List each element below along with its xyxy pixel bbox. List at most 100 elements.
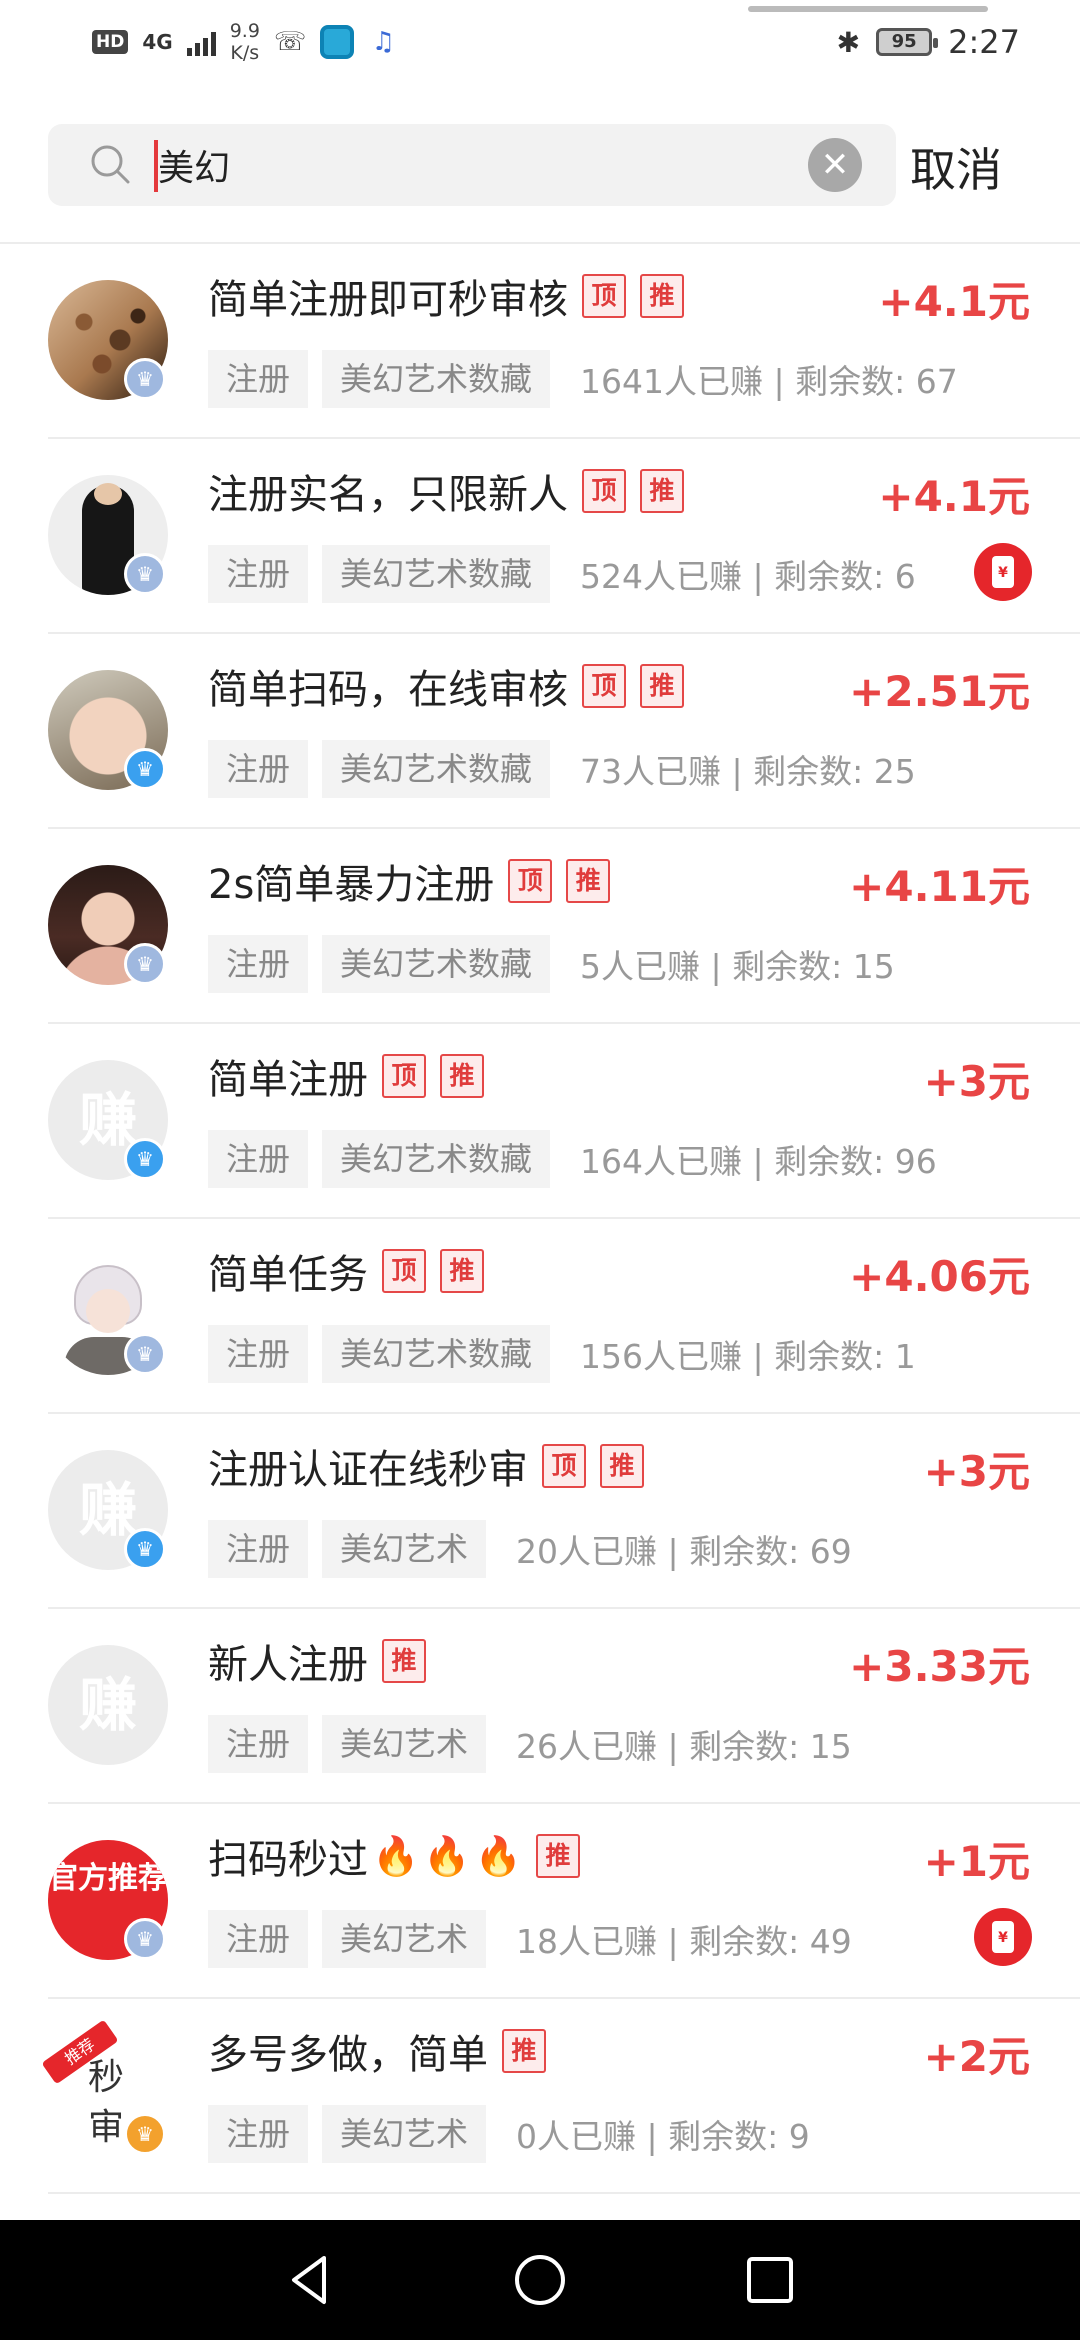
category-chip: 注册 [208,545,309,603]
home-icon[interactable] [510,2250,570,2310]
bluetooth-icon: ✱ [836,25,861,59]
project-chip: 美幻艺术 [322,1910,487,1968]
speed-value: 9.9 [229,20,260,42]
recommend-tag: 推 [566,859,611,903]
task-title-row: 注册实名，只限新人 顶 推 [208,461,684,521]
recommend-tag: 推 [640,469,684,513]
reward-amount: +4.11元 [849,862,1030,911]
task-item[interactable]: 赚 新人注册 推 +3.33元 注册 美幻艺术 26人已赚 | 剩余数: 15 [0,1609,1080,1804]
task-stats: 0人已赚 | 剩余数: 9 [516,2117,810,2156]
project-chip: 美幻艺术 [322,1520,487,1578]
task-stats: 20人已赚 | 剩余数: 69 [516,1532,852,1571]
network-type: 4G [142,30,173,54]
clock: 2:27 [948,23,1020,61]
task-title-row: 新人注册 推 [208,1631,426,1691]
reward-amount: +4.1元 [878,472,1030,521]
task-title-row: 简单任务 顶 推 [208,1241,484,1301]
task-item[interactable]: ♛ 简单任务 顶 推 +4.06元 注册 美幻艺术数藏 156人已赚 | 剩余数… [0,1219,1080,1414]
task-title: 注册实名，只限新人 [208,472,568,518]
recommend-tag: 推 [440,1249,484,1293]
reward-amount: +1元 [923,1837,1030,1886]
red-packet-icon[interactable]: ¥ [974,543,1032,601]
task-item[interactable]: ♛ 2s简单暴力注册 顶 推 +4.11元 注册 美幻艺术数藏 5人已赚 | 剩… [0,829,1080,1024]
recommend-tag: 推 [502,2029,546,2073]
status-left: HD 4G 9.9 K/s ☏ ♫ [92,18,398,66]
top-tag: 顶 [542,1444,586,1488]
recommend-tag: 推 [600,1444,644,1488]
task-title: 简单任务 [208,1252,368,1298]
reward-amount: +3元 [923,1447,1030,1496]
verified-icon: ♛ [124,1918,166,1960]
recents-icon[interactable] [740,2250,800,2310]
reward-amount: +4.1元 [878,277,1030,326]
avatar-face [94,483,122,505]
status-bar: HD 4G 9.9 K/s ☏ ♫ ✱ 95 2:27 [0,0,1080,84]
avatar-face [86,1289,130,1333]
task-meta: 注册 美幻艺术数藏 5人已赚 | 剩余数: 15 [208,935,895,993]
recommend-tag: 推 [535,1834,580,1878]
task-title: 简单注册 [208,1057,368,1103]
task-item[interactable]: 赚 ♛ 简单注册 顶 推 +3元 注册 美幻艺术数藏 164人已赚 | 剩余数:… [0,1024,1080,1219]
task-item[interactable]: ♛ 简单扫码，在线审核 顶 推 +2.51元 注册 美幻艺术数藏 73人已赚 |… [0,634,1080,829]
task-title: 简单扫码，在线审核 [208,667,568,713]
clear-search-button[interactable]: ✕ [808,138,862,192]
project-chip: 美幻艺术数藏 [322,1325,551,1383]
verified-icon: ♛ [124,943,166,985]
reward-amount: +4.06元 [849,1252,1030,1301]
task-title: 简单注册即可秒审核 [208,277,568,323]
verified-icon: ♛ [124,2113,166,2155]
task-meta: 注册 美幻艺术 0人已赚 | 剩余数: 9 [208,2105,810,2163]
search-box[interactable]: ✕ [48,124,896,206]
task-title: 扫码秒过 [208,1837,368,1883]
task-stats: 73人已赚 | 剩余数: 25 [580,752,916,791]
top-tag: 顶 [508,859,553,903]
fire-icon: 🔥 [372,1833,420,1878]
top-tag: 顶 [582,274,626,318]
task-stats: 156人已赚 | 剩余数: 1 [580,1337,916,1376]
status-right: ✱ 95 2:27 [837,18,1020,66]
recommend-tag: 推 [440,1054,484,1098]
verified-icon: ♛ [124,358,166,400]
task-stats: 524人已赚 | 剩余数: 6 [580,557,916,596]
task-meta: 注册 美幻艺术数藏 164人已赚 | 剩余数: 96 [208,1130,937,1188]
verified-icon: ♛ [124,1138,166,1180]
search-row: ✕ 取消 [0,124,1080,206]
task-item[interactable]: 赚 ♛ 注册认证在线秒审 顶 推 +3元 注册 美幻艺术 20人已赚 | 剩余数… [0,1414,1080,1609]
task-title: 2s简单暴力注册 [208,862,495,908]
battery-icon: 95 [876,28,939,56]
top-tag: 顶 [582,469,626,513]
project-chip: 美幻艺术数藏 [322,545,551,603]
app-notification-icon [320,25,355,59]
verified-icon: ♛ [124,1528,166,1570]
task-item[interactable]: ♛ 简单注册即可秒审核 顶 推 +4.1元 注册 美幻艺术数藏 1641人已赚 … [0,244,1080,439]
task-item[interactable]: 推荐 秒审 ♛ 多号多做，简单 推 +2元 注册 美幻艺术 0人已赚 | 剩余数… [0,1999,1080,2194]
task-title: 多号多做，简单 [208,2032,488,2078]
reward-amount: +3元 [923,1057,1030,1106]
cancel-button[interactable]: 取消 [910,134,1002,200]
task-stats: 164人已赚 | 剩余数: 96 [580,1142,937,1181]
task-list: ♛ 简单注册即可秒审核 顶 推 +4.1元 注册 美幻艺术数藏 1641人已赚 … [0,244,1080,2194]
task-stats: 5人已赚 | 剩余数: 15 [580,947,895,986]
task-item[interactable]: ♛ 注册实名，只限新人 顶 推 +4.1元 注册 美幻艺术数藏 524人已赚 |… [0,439,1080,634]
avatar-text: 秒审 [88,2057,125,2148]
search-icon [91,145,130,184]
task-meta: 注册 美幻艺术数藏 156人已赚 | 剩余数: 1 [208,1325,916,1383]
project-chip: 美幻艺术 [322,2105,487,2163]
search-input[interactable] [158,138,838,192]
project-chip: 美幻艺术数藏 [322,1130,551,1188]
category-chip: 注册 [208,1520,309,1578]
task-meta: 注册 美幻艺术 18人已赚 | 剩余数: 49 [208,1910,852,1968]
task-meta: 注册 美幻艺术数藏 1641人已赚 | 剩余数: 67 [208,350,958,408]
task-title-row: 注册认证在线秒审 顶 推 [208,1436,644,1496]
red-packet-icon[interactable]: ¥ [974,1908,1032,1966]
task-item[interactable]: 官方推荐 ♛ 扫码秒过 🔥 🔥 🔥 推 +1元 注册 美幻艺术 18人已赚 | … [0,1804,1080,1999]
category-chip: 注册 [208,740,309,798]
avatar[interactable]: 赚 [48,1645,168,1765]
system-nav-bar [0,2220,1080,2340]
fire-icon: 🔥 [423,1833,471,1878]
recommend-tag: 推 [382,1639,426,1683]
pull-indicator [748,6,988,12]
task-meta: 注册 美幻艺术 20人已赚 | 剩余数: 69 [208,1520,852,1578]
back-icon[interactable] [280,2250,340,2310]
top-tag: 顶 [382,1249,426,1293]
